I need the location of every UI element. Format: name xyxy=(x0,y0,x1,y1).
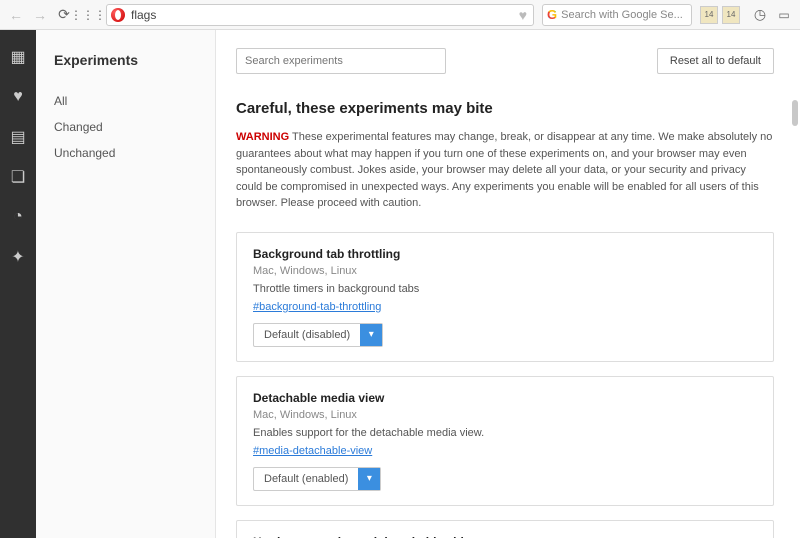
sidebar-item-changed[interactable]: Changed xyxy=(54,114,197,140)
experiment-card: Hardware accelerated detachable videoMac… xyxy=(236,520,774,538)
back-button[interactable]: ← xyxy=(6,5,26,25)
warning-label: WARNING xyxy=(236,131,289,143)
sidebar-item-unchanged[interactable]: Unchanged xyxy=(54,140,197,166)
experiment-select-label: Default (enabled) xyxy=(254,473,358,485)
main-content: Reset all to default Careful, these expe… xyxy=(216,30,800,538)
extension-icon-1[interactable]: 14 xyxy=(700,6,718,24)
experiment-card: Background tab throttling Mac, Windows, L… xyxy=(236,232,774,362)
sync-icon[interactable]: ◷ xyxy=(750,5,770,25)
scrollbar-thumb[interactable] xyxy=(792,100,798,126)
google-icon: G xyxy=(547,7,557,22)
experiment-title: Background tab throttling xyxy=(253,247,757,261)
reset-all-button[interactable]: Reset all to default xyxy=(657,48,774,74)
experiment-anchor-link[interactable]: #media-detachable-view xyxy=(253,445,372,457)
experiment-select-label: Default (disabled) xyxy=(254,329,360,341)
sidebar-title: Experiments xyxy=(54,52,197,68)
experiment-description: Enables support for the detachable media… xyxy=(253,427,757,439)
google-placeholder: Search with Google Se... xyxy=(561,9,683,21)
left-rail: ▦ ♥ ▤ ❏ ◔ ✦ xyxy=(0,30,36,538)
page-heading: Careful, these experiments may bite xyxy=(236,100,774,117)
heart-rail-icon[interactable]: ♥ xyxy=(9,88,27,106)
experiment-description: Throttle timers in background tabs xyxy=(253,283,757,295)
bookmark-heart-icon[interactable]: ♥ xyxy=(519,7,527,23)
speed-dial-icon[interactable]: ▦ xyxy=(9,48,27,66)
screen-rail-icon[interactable]: ❏ xyxy=(9,168,27,186)
opera-icon xyxy=(111,8,125,22)
history-rail-icon[interactable]: ◔ xyxy=(9,208,27,226)
forward-button[interactable]: → xyxy=(30,5,50,25)
experiment-title: Hardware accelerated detachable video xyxy=(253,535,757,538)
experiment-select[interactable]: Default (enabled)▾ xyxy=(253,467,381,491)
search-experiments-input[interactable] xyxy=(236,48,446,74)
experiment-select[interactable]: Default (disabled)▾ xyxy=(253,323,383,347)
warning-text: These experimental features may change, … xyxy=(236,131,772,209)
extension-icon-2[interactable]: 14 xyxy=(722,6,740,24)
experiment-title: Detachable media view xyxy=(253,391,757,405)
battery-icon[interactable]: ▭ xyxy=(774,5,794,25)
experiment-platforms: Mac, Windows, Linux xyxy=(253,409,757,421)
experiment-anchor-link[interactable]: #background-tab-throttling xyxy=(253,301,381,313)
address-bar[interactable]: ♥ xyxy=(106,4,534,26)
warning-paragraph: WARNING These experimental features may … xyxy=(236,129,774,212)
extension-icons: 14 14 xyxy=(700,6,740,24)
address-input[interactable] xyxy=(131,8,513,22)
chevron-down-icon: ▾ xyxy=(360,324,382,346)
sidebar-item-all[interactable]: All xyxy=(54,88,197,114)
google-search-box[interactable]: G Search with Google Se... xyxy=(542,4,692,26)
experiment-card: Detachable media view Mac, Windows, Linux… xyxy=(236,376,774,506)
apps-button[interactable]: ⋮⋮⋮ xyxy=(78,5,98,25)
experiments-sidebar: Experiments All Changed Unchanged xyxy=(36,30,216,538)
browser-toolbar: ← → ⟳ ⋮⋮⋮ ♥ G Search with Google Se... 1… xyxy=(0,0,800,30)
news-rail-icon[interactable]: ▤ xyxy=(9,128,27,146)
chevron-down-icon: ▾ xyxy=(358,468,380,490)
extensions-rail-icon[interactable]: ✦ xyxy=(9,248,27,266)
experiment-platforms: Mac, Windows, Linux xyxy=(253,265,757,277)
